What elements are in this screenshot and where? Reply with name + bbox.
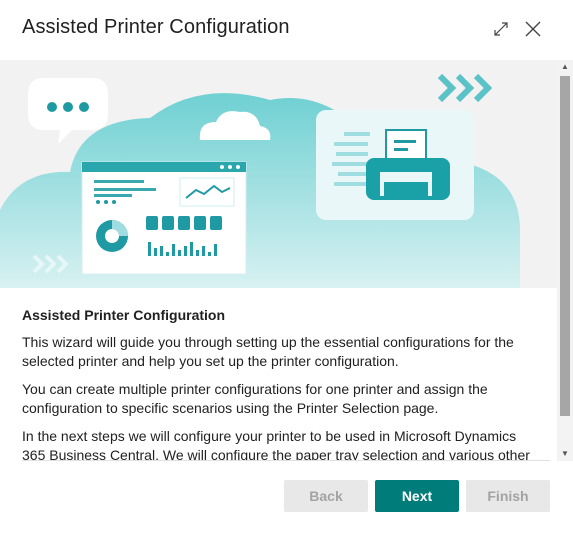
dialog-title: Assisted Printer Configuration [22, 16, 290, 38]
scroll-up-arrow-icon[interactable]: ▲ [560, 62, 570, 72]
assisted-printer-dialog: Assisted Printer Configuration Assisted … [0, 0, 573, 534]
back-button[interactable]: Back [284, 480, 368, 512]
printer-illustration [0, 60, 557, 288]
scroll-down-arrow-icon[interactable]: ▼ [560, 449, 570, 459]
wizard-description: Assisted Printer Configuration This wiza… [22, 306, 532, 461]
section-heading: Assisted Printer Configuration [22, 307, 226, 323]
wizard-content-area[interactable]: Assisted Printer Configuration This wiza… [0, 60, 557, 461]
printer-icon [316, 110, 474, 220]
expand-icon[interactable] [490, 18, 512, 40]
paragraph: You can create multiple printer configur… [22, 381, 488, 416]
paragraph: This wizard will guide you through setti… [22, 334, 514, 369]
finish-button[interactable]: Finish [466, 480, 550, 512]
scrollbar-thumb[interactable] [560, 76, 570, 416]
paragraph: In the next steps we will configure your… [22, 428, 530, 461]
close-icon[interactable] [522, 18, 544, 40]
footer-divider [22, 460, 550, 461]
next-button[interactable]: Next [375, 480, 459, 512]
vertical-scrollbar[interactable]: ▲ ▼ [557, 60, 573, 461]
